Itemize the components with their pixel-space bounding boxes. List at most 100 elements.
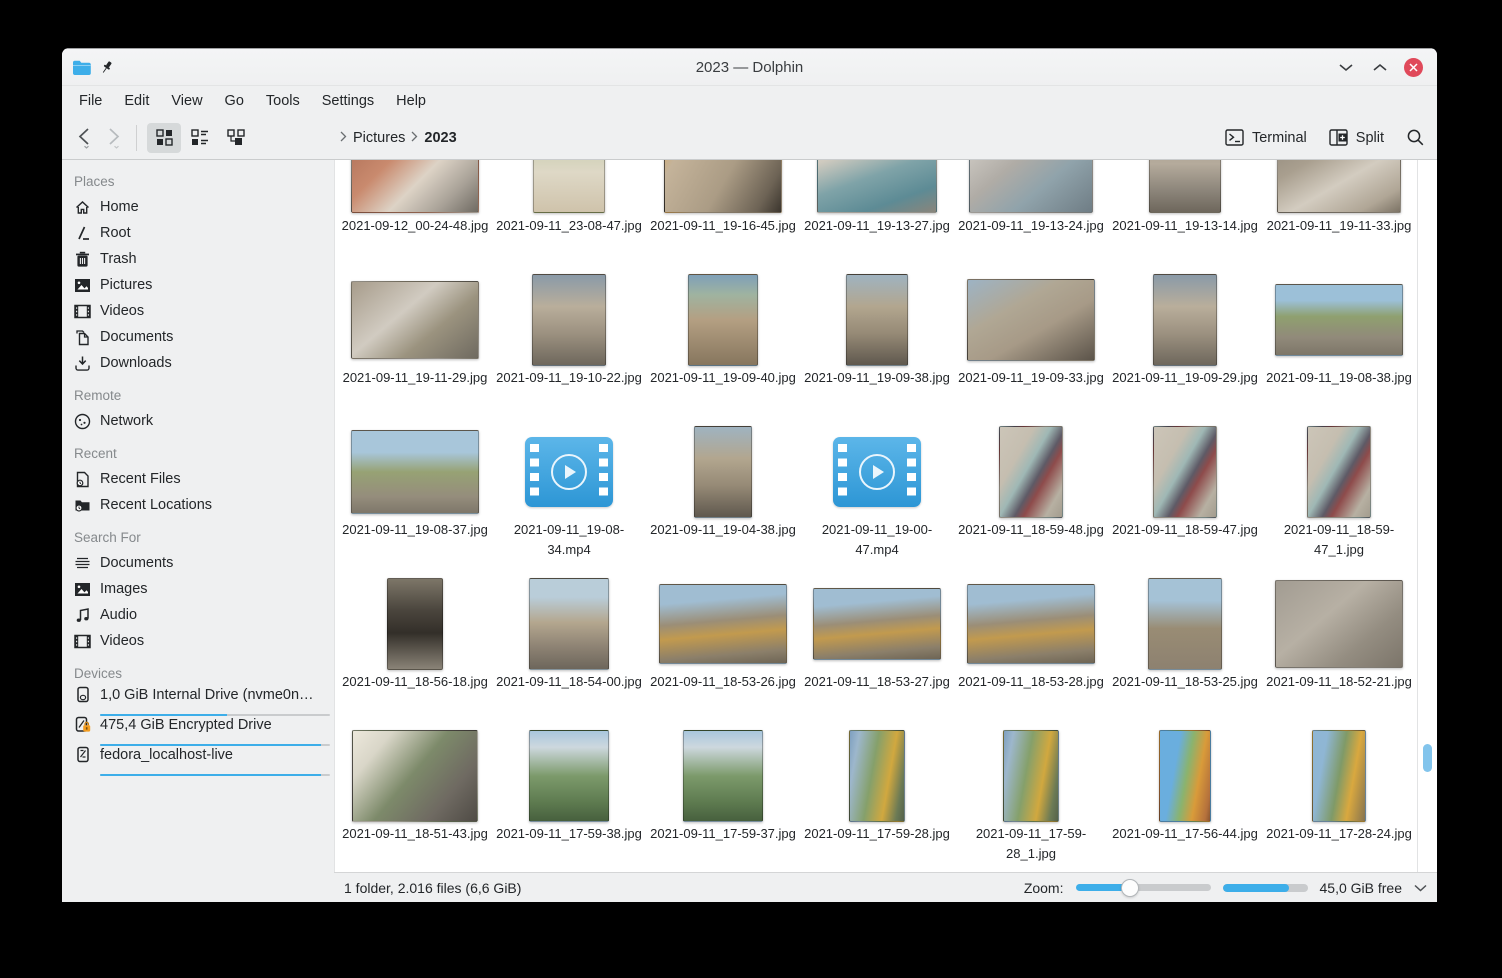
menu-go[interactable]: Go [214, 89, 255, 113]
file-thumbnail[interactable] [646, 424, 800, 520]
image-file[interactable]: 2021-09-11_19-09-29.jpg [1108, 272, 1262, 424]
image-file[interactable]: 2021-09-11_17-59-28_1.jpg [954, 728, 1108, 872]
file-thumbnail[interactable] [800, 576, 954, 672]
sidebar-item-fedora-localhost-live[interactable]: fedora_localhost-live [72, 746, 334, 776]
file-thumbnail[interactable] [954, 160, 1108, 216]
icons-view-button[interactable] [147, 123, 181, 153]
chevron-down-icon[interactable] [1414, 884, 1427, 892]
image-file[interactable]: 2021-09-11_19-08-38.jpg [1262, 272, 1416, 424]
image-file[interactable]: 2021-09-11_18-53-26.jpg [646, 576, 800, 728]
sidebar-item-recent-locations[interactable]: Recent Locations [72, 492, 334, 518]
breadcrumb-2023[interactable]: 2023 [424, 130, 456, 146]
titlebar[interactable]: 2023 — Dolphin [62, 48, 1437, 86]
file-thumbnail[interactable] [954, 576, 1108, 672]
file-thumbnail[interactable] [492, 424, 646, 520]
file-thumbnail[interactable] [338, 424, 492, 520]
sidebar-item-videos[interactable]: Videos [72, 628, 334, 654]
file-thumbnail[interactable] [338, 160, 492, 216]
zoom-slider-track[interactable] [1076, 884, 1211, 891]
file-thumbnail[interactable] [338, 728, 492, 824]
image-file[interactable]: 2021-09-11_19-09-38.jpg [800, 272, 954, 424]
image-file[interactable]: 2021-09-11_19-10-22.jpg [492, 272, 646, 424]
file-view[interactable]: 2021-09-12_00-24-48.jpg2021-09-11_23-08-… [334, 160, 1417, 872]
file-thumbnail[interactable] [954, 272, 1108, 368]
image-file[interactable]: 2021-09-11_18-52-21.jpg [1262, 576, 1416, 728]
sidebar-item-network[interactable]: Network [72, 408, 334, 434]
split-button[interactable]: Split [1329, 129, 1384, 146]
video-file[interactable]: 2021-09-11_19-08-34.mp4 [492, 424, 646, 576]
menu-tools[interactable]: Tools [255, 89, 311, 113]
image-file[interactable]: 2021-09-11_18-53-25.jpg [1108, 576, 1262, 728]
file-thumbnail[interactable] [1108, 160, 1262, 216]
sidebar-item-downloads[interactable]: Downloads [72, 350, 334, 376]
menu-settings[interactable]: Settings [311, 89, 385, 113]
file-thumbnail[interactable] [646, 576, 800, 672]
image-file[interactable]: 2021-09-11_18-54-00.jpg [492, 576, 646, 728]
image-file[interactable]: 2021-09-11_18-56-18.jpg [338, 576, 492, 728]
search-icon[interactable] [1406, 128, 1425, 147]
file-thumbnail[interactable] [492, 576, 646, 672]
file-thumbnail[interactable] [954, 728, 1108, 824]
sidebar-item-recent-files[interactable]: Recent Files [72, 466, 334, 492]
scrollbar-thumb[interactable] [1423, 744, 1432, 772]
file-thumbnail[interactable] [1262, 160, 1416, 216]
menu-view[interactable]: View [160, 89, 213, 113]
image-file[interactable]: 2021-09-11_18-59-48.jpg [954, 424, 1108, 576]
zoom-slider-handle[interactable] [1121, 879, 1139, 897]
file-thumbnail[interactable] [954, 424, 1108, 520]
sidebar-item-root[interactable]: Root [72, 220, 334, 246]
file-thumbnail[interactable] [1262, 728, 1416, 824]
image-file[interactable]: 2021-09-11_17-59-28.jpg [800, 728, 954, 872]
sidebar-item-audio[interactable]: Audio [72, 602, 334, 628]
menu-help[interactable]: Help [385, 89, 437, 113]
compact-view-button[interactable] [183, 123, 217, 153]
menu-file[interactable]: File [68, 89, 113, 113]
image-file[interactable]: 2021-09-11_17-59-38.jpg [492, 728, 646, 872]
vertical-scrollbar[interactable] [1417, 160, 1437, 872]
file-thumbnail[interactable] [1262, 576, 1416, 672]
file-thumbnail[interactable] [338, 576, 492, 672]
sidebar-item-pictures[interactable]: Pictures [72, 272, 334, 298]
image-file[interactable]: 2021-09-11_23-08-47.jpg [492, 160, 646, 272]
image-file[interactable]: 2021-09-11_19-09-40.jpg [646, 272, 800, 424]
file-thumbnail[interactable] [800, 728, 954, 824]
file-thumbnail[interactable] [492, 728, 646, 824]
sidebar-item-images[interactable]: Images [72, 576, 334, 602]
image-file[interactable]: 2021-09-11_19-13-27.jpg [800, 160, 954, 272]
sidebar-item-home[interactable]: Home [72, 194, 334, 220]
image-file[interactable]: 2021-09-11_19-13-14.jpg [1108, 160, 1262, 272]
sidebar-item-documents[interactable]: Documents [72, 550, 334, 576]
file-thumbnail[interactable] [1108, 272, 1262, 368]
file-thumbnail[interactable] [800, 424, 954, 520]
video-file[interactable]: 2021-09-11_19-00-47.mp4 [800, 424, 954, 576]
pin-icon[interactable] [100, 60, 114, 75]
file-thumbnail[interactable] [492, 160, 646, 216]
image-file[interactable]: 2021-09-11_17-56-44.jpg [1108, 728, 1262, 872]
image-file[interactable]: 2021-09-11_17-59-37.jpg [646, 728, 800, 872]
forward-button[interactable] [102, 123, 124, 153]
image-file[interactable]: 2021-09-11_19-13-24.jpg [954, 160, 1108, 272]
file-thumbnail[interactable] [646, 728, 800, 824]
image-file[interactable]: 2021-09-11_19-16-45.jpg [646, 160, 800, 272]
file-thumbnail[interactable] [800, 272, 954, 368]
file-thumbnail[interactable] [492, 272, 646, 368]
zoom-slider[interactable] [1076, 879, 1211, 897]
file-thumbnail[interactable] [800, 160, 954, 216]
image-file[interactable]: 2021-09-11_18-59-47_1.jpg [1262, 424, 1416, 576]
sidebar-item-trash[interactable]: Trash [72, 246, 334, 272]
file-thumbnail[interactable] [1108, 424, 1262, 520]
file-thumbnail[interactable] [1108, 728, 1262, 824]
sidebar-item-1-0-gib-internal-drive-nvme0n[interactable]: 1,0 GiB Internal Drive (nvme0n… [72, 686, 334, 716]
file-thumbnail[interactable] [338, 272, 492, 368]
image-file[interactable]: 2021-09-11_19-04-38.jpg [646, 424, 800, 576]
file-thumbnail[interactable] [646, 272, 800, 368]
back-button[interactable] [74, 123, 96, 153]
menu-edit[interactable]: Edit [113, 89, 160, 113]
image-file[interactable]: 2021-09-11_18-53-28.jpg [954, 576, 1108, 728]
image-file[interactable]: 2021-09-12_00-24-48.jpg [338, 160, 492, 272]
breadcrumb-pictures[interactable]: Pictures [353, 130, 405, 146]
image-file[interactable]: 2021-09-11_17-28-24.jpg [1262, 728, 1416, 872]
close-button[interactable] [1404, 58, 1423, 77]
minimize-button[interactable] [1336, 57, 1356, 77]
file-thumbnail[interactable] [1262, 272, 1416, 368]
